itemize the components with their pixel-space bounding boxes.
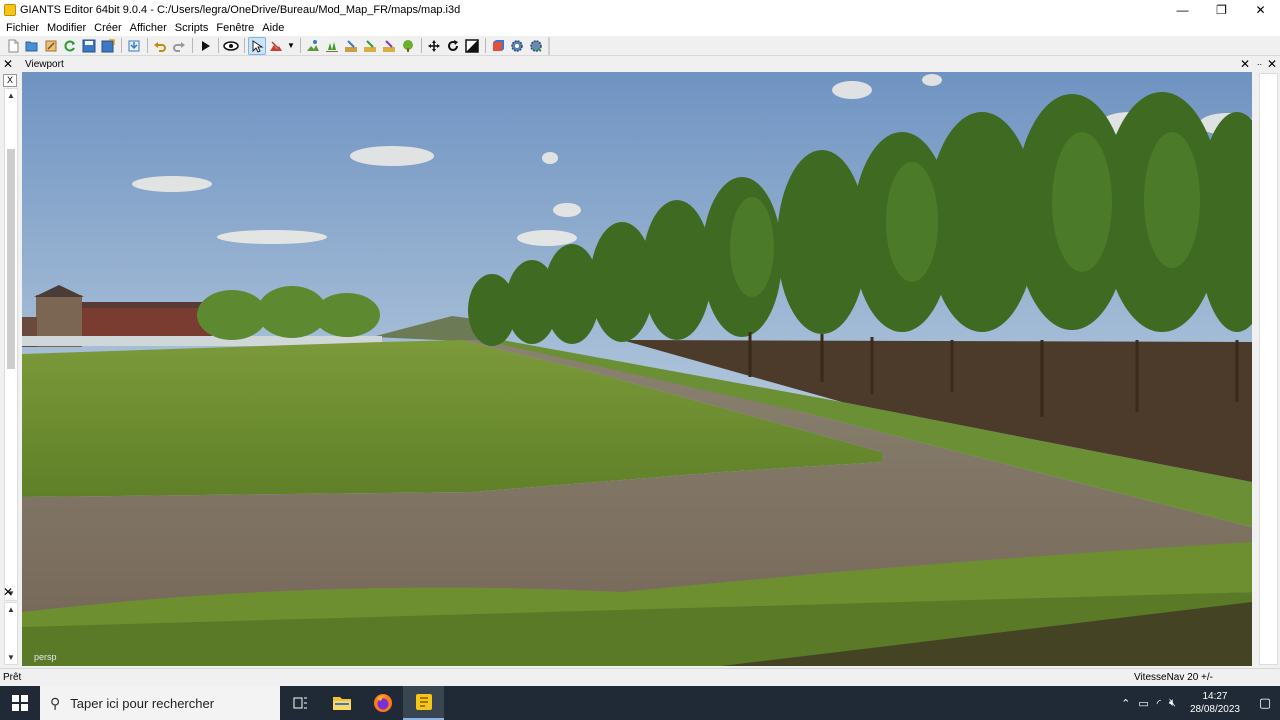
toolbar: ▼ [0,36,1280,56]
search-placeholder: Taper ici pour rechercher [70,695,215,711]
scroll-up-icon[interactable]: ▲ [7,91,15,100]
minimize-button[interactable]: — [1163,0,1202,19]
volume-muted-icon[interactable]: 🔇︎ [1169,697,1176,710]
scrollbar-thumb[interactable] [7,149,15,369]
menu-modifier[interactable]: Modifier [43,22,90,34]
dropdown-icon[interactable]: ▼ [286,37,296,55]
toolbar-separator [421,38,422,53]
giants-editor-icon [415,694,432,710]
open-folder-icon[interactable] [23,37,41,55]
cube-icon[interactable] [489,37,507,55]
menu-scripts[interactable]: Scripts [171,22,213,34]
close-button[interactable]: ✕ [1241,0,1280,19]
scale-icon[interactable] [463,37,481,55]
window-controls: — ❐ ✕ [1163,0,1280,19]
move-icon[interactable] [425,37,443,55]
menu-creer[interactable]: Créer [90,22,126,34]
lower-panel-close-icon[interactable]: ✕ [3,585,13,599]
paint-fields-icon[interactable] [342,37,360,55]
status-bar: Prêt VitesseNav 20 +/- [0,668,1280,686]
menu-bar: Fichier Modifier Créer Afficher Scripts … [0,19,1280,36]
terrain-icon[interactable] [267,37,285,55]
viewport-scene [22,72,1252,666]
menu-fenetre[interactable]: Fenêtre [212,22,258,34]
taskbar-giants-editor[interactable] [403,686,444,720]
select-icon[interactable] [248,36,266,55]
import-icon[interactable] [125,37,143,55]
save-as-icon[interactable] [99,37,117,55]
viewport-close-icon[interactable]: ✕ [1240,57,1250,71]
new-file-icon[interactable] [4,37,22,55]
right-dock-panel: .. ✕ [1256,57,1280,667]
paint-info-icon[interactable] [380,37,398,55]
settings-gear-icon[interactable] [508,37,526,55]
search-icon: ⚲ [50,694,61,711]
gear-refresh-icon[interactable] [527,37,545,55]
menu-afficher[interactable]: Afficher [126,22,171,34]
eye-icon[interactable] [222,37,240,55]
left-panel-scrollbar[interactable]: ▲ ▼ [4,88,18,601]
system-tray: ⌃ ▭ ◜ 🔇︎ 14:27 28/08/2023 ▢ [1117,686,1280,720]
redo-icon[interactable] [170,37,188,55]
file-explorer-icon [332,697,351,710]
rotate-icon[interactable] [444,37,462,55]
viewport-title: Viewport [25,58,64,70]
menu-fichier[interactable]: Fichier [2,22,43,34]
window-title: GIANTS Editor 64bit 9.0.4 - C:/Users/leg… [20,3,461,16]
clock[interactable]: 14:27 28/08/2023 [1190,690,1240,716]
right-panel-close-icon[interactable]: ✕ [1267,57,1277,71]
taskbar-file-explorer[interactable] [321,686,362,720]
windows-logo-icon [12,695,28,711]
title-bar: GIANTS Editor 64bit 9.0.4 - C:/Users/leg… [0,0,1280,19]
taskbar-search-box[interactable]: ⚲ Taper ici pour rechercher [40,686,280,720]
edit-icon[interactable] [42,37,60,55]
scroll-up-icon[interactable]: ▲ [7,605,15,614]
wifi-icon[interactable]: ◜ [1157,697,1161,710]
viewport-header: Viewport ✕ [22,57,1252,71]
navigation-speed: VitesseNav 20 +/- [1133,672,1213,683]
task-view-button[interactable] [280,686,321,720]
left-panel-x-button[interactable]: X [3,74,17,87]
toolbar-separator [121,38,122,53]
lower-panel-scrollbar[interactable]: ▲ ▼ [4,602,18,665]
toolbar-separator [192,38,193,53]
firefox-icon [373,694,392,712]
toolbar-separator [300,38,301,53]
task-view-icon [293,697,307,709]
save-icon[interactable] [80,37,98,55]
maximize-button[interactable]: ❐ [1202,0,1241,19]
status-text: Prêt [3,672,22,683]
undo-icon[interactable] [151,37,169,55]
windows-taskbar: ⚲ Taper ici pour rechercher ⌃ ▭ ◜ 🔇︎ 14:… [0,686,1280,720]
taskbar-firefox[interactable] [362,686,403,720]
left-dock-panel: ✕ X ▲ ▼ ✕ ▲ ▼ [0,57,20,667]
menu-aide[interactable]: Aide [258,22,288,34]
toolbar-separator [218,38,219,53]
tree-icon[interactable] [399,37,417,55]
battery-icon[interactable]: ▭ [1138,697,1148,710]
giants-app-icon [4,3,16,16]
left-panel-close-icon[interactable]: ✕ [3,57,13,71]
clock-time: 14:27 [1202,691,1228,702]
camera-mode-label: persp [34,652,57,662]
refresh-icon[interactable] [61,37,79,55]
3d-viewport[interactable]: persp [22,72,1252,666]
windows-start-button[interactable] [0,686,40,720]
toolbar-end-grip [548,36,550,55]
clock-date: 28/08/2023 [1189,704,1240,715]
toolbar-separator [244,38,245,53]
paint-foliage-icon[interactable] [323,37,341,55]
right-panel-options[interactable]: .. [1257,57,1262,67]
scroll-down-icon[interactable]: ▼ [7,653,15,662]
notification-center-icon[interactable]: ▢ [1250,695,1280,711]
paint-terrain-icon[interactable] [304,37,322,55]
show-hidden-icons-icon[interactable]: ⌃ [1121,697,1130,710]
play-icon[interactable] [196,37,214,55]
paint-color-icon[interactable] [361,37,379,55]
right-panel-content [1259,73,1278,665]
toolbar-separator [147,38,148,53]
toolbar-separator [485,38,486,53]
